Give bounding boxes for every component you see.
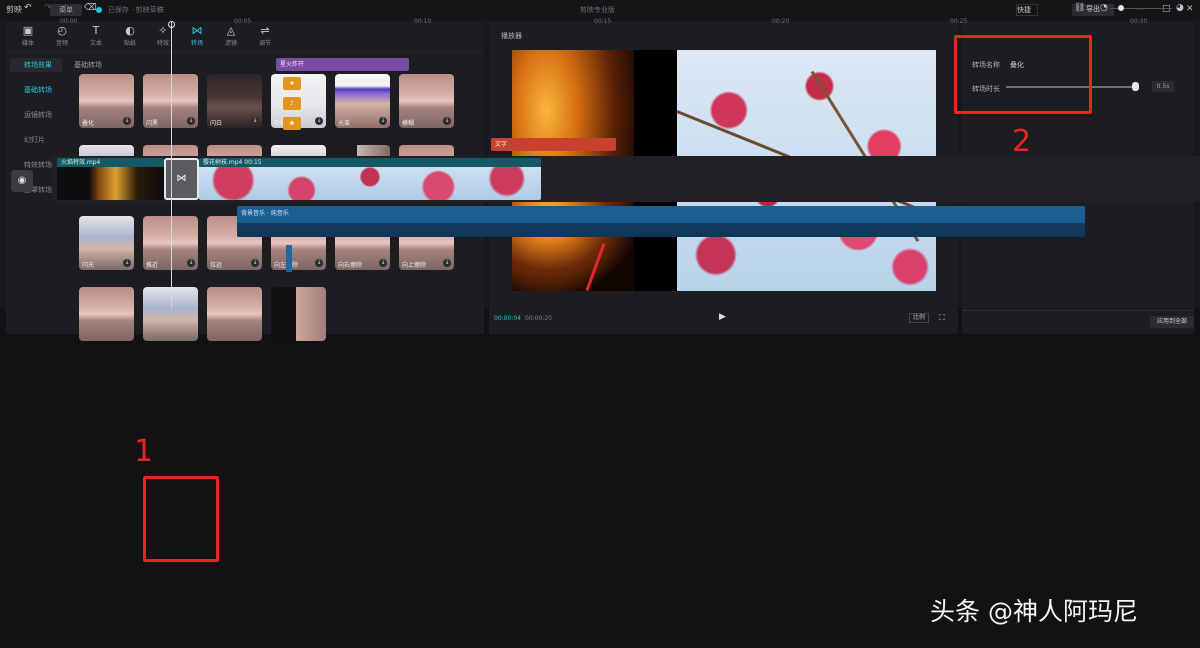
download-icon[interactable]: ↓ — [187, 117, 195, 125]
transition-thumb[interactable]: 模糊 ↓ — [399, 74, 454, 128]
cover-icon[interactable]: ◉ — [11, 170, 33, 192]
ruler-tick: 00:10 — [414, 18, 432, 25]
duration-input[interactable]: 0.5s — [1152, 81, 1174, 92]
delete-icon[interactable]: ⌫ — [84, 3, 97, 13]
transition-thumb[interactable]: 光束 ↓ — [335, 74, 390, 128]
download-icon[interactable]: ↓ — [123, 117, 131, 125]
highlight-box-duration — [954, 35, 1092, 114]
download-icon[interactable]: ↓ — [443, 117, 451, 125]
zoom-slider-knob[interactable] — [1118, 5, 1124, 11]
playhead[interactable] — [171, 22, 172, 308]
transition-thumb[interactable] — [271, 287, 326, 341]
ruler-tick: 00:05 — [234, 18, 252, 25]
zoom-out-icon[interactable]: ◔ — [1100, 3, 1108, 13]
small-audio-clip[interactable] — [286, 245, 292, 272]
redo-icon[interactable]: ↷ — [44, 3, 52, 13]
download-icon[interactable]: ↓ — [123, 259, 131, 267]
download-icon[interactable]: ↓ — [379, 259, 387, 267]
download-icon[interactable]: ↓ — [187, 259, 195, 267]
text-clip[interactable]: 文字 — [491, 138, 616, 151]
ruler-tick: 00:15 — [594, 18, 612, 25]
playhead-handle[interactable] — [168, 21, 175, 28]
split-icon[interactable]: ⁞ — [64, 3, 67, 13]
ruler-tick: 00:30 — [1130, 18, 1148, 25]
transition-thumb[interactable]: 闪白 ↓ — [207, 74, 262, 128]
ruler-tick: 00:25 — [950, 18, 968, 25]
undo-icon[interactable]: ↶ — [24, 3, 32, 13]
sidebar-item-slideshow[interactable]: 幻灯片 — [10, 133, 62, 158]
sidebar-item-all[interactable]: 转场效果 — [10, 58, 62, 72]
section-title: 基础转场 — [74, 61, 102, 69]
effect-clip[interactable]: 星火炸开 — [276, 58, 409, 71]
video-clip-blossom[interactable]: 樱花树枝.mp4 00:15 — [199, 158, 541, 200]
link-icon[interactable]: ⛓ — [1074, 3, 1085, 13]
sticker-clip[interactable]: ★ — [283, 77, 301, 90]
bowtie-transition-icon[interactable]: ⋈ — [164, 158, 199, 200]
download-icon[interactable]: ↓ — [251, 117, 259, 125]
duration-slider-knob[interactable] — [1132, 82, 1139, 91]
video-clip-fire[interactable]: 火焰特效.mp4 — [57, 158, 164, 200]
highlight-box-transition — [143, 476, 219, 562]
sticker-clip[interactable]: ❀ — [283, 117, 301, 130]
ruler-tick: 00:00 — [60, 18, 78, 25]
download-icon[interactable]: ↓ — [251, 259, 259, 267]
download-icon[interactable]: ↓ — [379, 117, 387, 125]
current-time: 00:00:04 — [494, 315, 521, 322]
sticker-clip[interactable]: ♪ — [283, 97, 301, 110]
total-time: 00:00:20 — [525, 315, 552, 322]
sidebar-item-camera[interactable]: 运镜转场 — [10, 108, 62, 133]
apply-all-button[interactable]: 应用到全部 — [1150, 316, 1194, 328]
transition-thumb[interactable] — [79, 287, 134, 341]
play-icon[interactable]: ▶ — [719, 312, 726, 322]
player-title: 播放器 — [501, 32, 522, 40]
ratio-button[interactable]: 比例 — [909, 313, 929, 323]
time-ruler[interactable]: 00:00 00:05 00:10 00:15 00:20 00:25 00:3… — [0, 18, 1200, 30]
audio-clip[interactable]: 背景音乐 · 纯音乐 — [237, 206, 1085, 237]
transition-thumb[interactable] — [207, 287, 262, 341]
download-icon[interactable]: ↓ — [315, 117, 323, 125]
download-icon[interactable]: ↓ — [315, 259, 323, 267]
annotation-number-2: 2 — [1012, 124, 1032, 159]
zoom-in-icon[interactable]: ◕ — [1176, 3, 1184, 13]
fullscreen-icon[interactable]: ⛶ — [939, 313, 945, 323]
transition-thumb[interactable]: 叠化 ↓ — [79, 74, 134, 128]
ruler-tick: 00:20 — [772, 18, 790, 25]
sidebar-item-basic[interactable]: 基础转场 — [10, 83, 62, 108]
download-icon[interactable]: ↓ — [443, 259, 451, 267]
timeline-toolbar: ↶ ↷ ⁞ ⌫ ⛓ ◔ ◕ — [0, 0, 1200, 18]
annotation-number-1: 1 — [134, 434, 154, 469]
transition-thumb[interactable]: 闪光 ↓ — [79, 216, 134, 270]
watermark: 头条 @神人阿玛尼 — [930, 597, 1138, 626]
